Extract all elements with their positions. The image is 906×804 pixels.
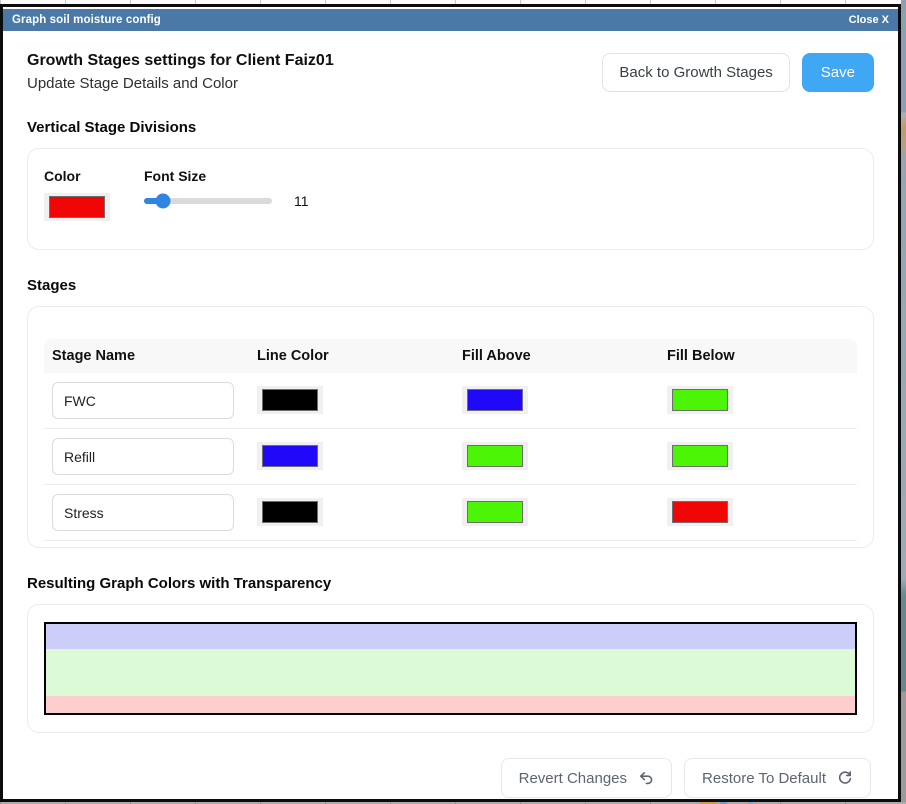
page-subtitle: Update Stage Details and Color [27,75,334,92]
column-line-color: Line Color [249,348,454,364]
fill-below-picker[interactable] [667,386,733,414]
stages-card: Stage Name Line Color Fill Above Fill Be… [27,306,874,548]
vertical-divisions-heading: Vertical Stage Divisions [27,119,874,136]
fill-below-picker[interactable] [667,442,733,470]
stages-heading: Stages [27,277,874,294]
division-color-picker[interactable] [44,193,110,221]
table-row-stress [44,485,857,541]
fill-above-picker[interactable] [462,442,528,470]
column-fill-below: Fill Below [659,348,857,364]
stages-table-header: Stage Name Line Color Fill Above Fill Be… [44,339,857,373]
fill-above-swatch [467,501,523,523]
soil-moisture-config-modal: Graph soil moisture config Close X Growt… [0,4,901,802]
restore-default-button[interactable]: Restore To Default [684,758,871,798]
line-color-swatch [262,445,318,467]
vertical-divisions-card: Color Font Size 11 [27,148,874,250]
table-row-refill [44,429,857,485]
font-size-field: Font Size 11 [144,168,309,223]
line-color-picker[interactable] [257,442,323,470]
line-color-swatch [262,501,318,523]
modal-titlebar: Graph soil moisture config Close X [3,9,898,31]
table-row-fwc [44,373,857,429]
fill-below-swatch [672,445,728,467]
font-size-label: Font Size [144,168,309,184]
footer-actions: Revert Changes Restore To Default [27,758,874,798]
header-actions: Back to Growth Stages Save [602,53,874,92]
modal-content: Growth Stages settings for Client Faiz01… [3,31,898,799]
preview-band-above [46,624,855,649]
modal-title: Graph soil moisture config [12,14,161,26]
font-size-slider-row: 11 [144,193,309,209]
column-stage-name: Stage Name [44,348,249,364]
fill-below-swatch [672,389,728,411]
division-color-field: Color [44,168,110,223]
preview-band-below [46,696,855,713]
fill-above-swatch [467,445,523,467]
close-button[interactable]: Close X [849,14,889,26]
stage-name-input[interactable] [52,382,234,419]
fill-above-swatch [467,389,523,411]
header-section: Growth Stages settings for Client Faiz01… [27,52,874,92]
column-fill-above: Fill Above [454,348,659,364]
save-button[interactable]: Save [802,53,874,92]
font-size-slider[interactable] [144,198,272,204]
background-page-right-edge [901,0,906,804]
header-text: Growth Stages settings for Client Faiz01… [27,52,334,92]
color-preview-box [44,622,857,715]
preview-card [27,604,874,733]
line-color-swatch [262,389,318,411]
preview-heading: Resulting Graph Colors with Transparency [27,575,874,592]
preview-band-middle [46,649,855,696]
revert-changes-label: Revert Changes [519,770,627,787]
back-to-growth-stages-button[interactable]: Back to Growth Stages [602,53,789,92]
refresh-icon [837,770,853,786]
division-color-label: Color [44,168,110,184]
undo-icon [638,770,654,786]
line-color-picker[interactable] [257,386,323,414]
revert-changes-button[interactable]: Revert Changes [501,758,672,798]
fill-below-swatch [672,501,728,523]
restore-default-label: Restore To Default [702,770,826,787]
fill-below-picker[interactable] [667,498,733,526]
fill-above-picker[interactable] [462,498,528,526]
page-title: Growth Stages settings for Client Faiz01 [27,52,334,70]
stage-name-input[interactable] [52,438,234,475]
line-color-picker[interactable] [257,498,323,526]
font-size-value: 11 [294,193,309,209]
stage-name-input[interactable] [52,494,234,531]
slider-thumb[interactable] [156,194,171,209]
division-color-swatch [49,196,105,218]
fill-above-picker[interactable] [462,386,528,414]
